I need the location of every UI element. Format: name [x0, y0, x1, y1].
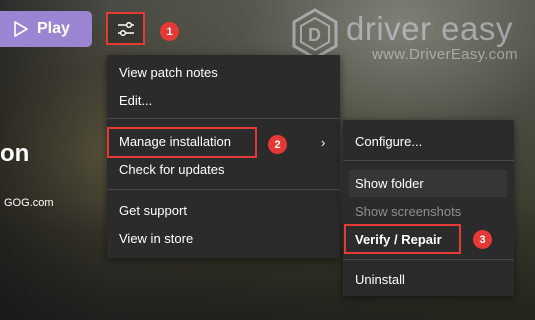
menu-divider	[107, 118, 340, 119]
menu-item-edit[interactable]: Edit...	[119, 93, 152, 108]
menu-divider	[107, 189, 340, 190]
step-marker-2: 2	[268, 135, 287, 154]
highlight-verify-repair	[344, 224, 461, 254]
play-icon	[14, 21, 28, 37]
watermark-url: www.DriverEasy.com	[372, 46, 518, 63]
submenu-item-uninstall[interactable]: Uninstall	[355, 272, 405, 287]
driver-easy-logo-icon: D	[292, 8, 338, 60]
submenu-item-show-folder[interactable]: Show folder	[355, 176, 424, 191]
game-title: on	[0, 140, 30, 167]
game-store-label: GOG.com	[4, 197, 54, 209]
manage-installation-submenu: Configure... Show folder Show screenshot…	[343, 120, 514, 296]
submenu-item-show-screenshots: Show screenshots	[355, 204, 462, 219]
chevron-right-icon: ›	[321, 135, 326, 150]
submenu-divider	[343, 160, 514, 161]
watermark-brand: driver easy	[346, 10, 513, 47]
highlight-manage-installation	[107, 127, 257, 158]
menu-item-view-in-store[interactable]: View in store	[119, 231, 193, 246]
menu-item-check-for-updates[interactable]: Check for updates	[119, 162, 225, 177]
step-marker-3: 3	[473, 230, 492, 249]
settings-sliders-icon	[117, 21, 134, 36]
play-button[interactable]: Play	[0, 11, 92, 47]
step-marker-1: 1	[160, 22, 179, 41]
submenu-item-configure[interactable]: Configure...	[355, 134, 422, 149]
game-settings-button[interactable]	[106, 12, 145, 45]
submenu-divider	[343, 259, 514, 260]
menu-item-get-support[interactable]: Get support	[119, 203, 187, 218]
play-button-label: Play	[37, 20, 70, 37]
svg-text:D: D	[308, 25, 321, 45]
menu-item-view-patch-notes[interactable]: View patch notes	[119, 65, 218, 80]
